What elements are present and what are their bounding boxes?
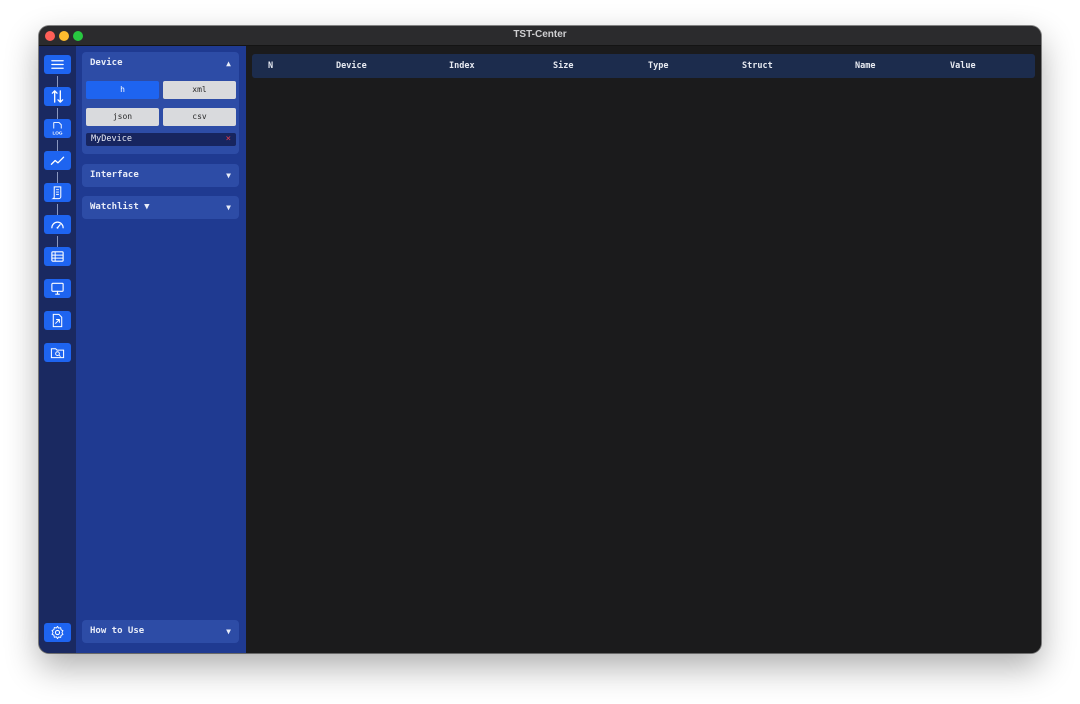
log-file-icon: LOG [52, 121, 63, 136]
transfer-button[interactable] [44, 87, 71, 106]
watchlist-panel-header[interactable]: Watchlist ▼ ▼ [82, 196, 239, 219]
log-button[interactable]: LOG [44, 119, 71, 138]
how-to-use-panel[interactable]: How to Use ▼ [82, 620, 239, 643]
chevron-down-icon: ▼ [226, 203, 231, 212]
column-header-type[interactable]: Type [648, 54, 668, 78]
device-panel: Device ▲ h xml json csv MyDevice × [82, 52, 239, 154]
gear-icon [51, 625, 64, 640]
device-panel-title: Device [90, 58, 123, 68]
main-area: N Device Index Size Type Struct Name Val… [246, 46, 1041, 653]
folder-search-icon [50, 348, 65, 359]
gauge-icon [51, 221, 64, 229]
column-header-device[interactable]: Device [336, 54, 367, 78]
script-button[interactable] [44, 183, 71, 202]
how-to-use-panel-header[interactable]: How to Use ▼ [82, 620, 239, 643]
monitor-icon [51, 282, 64, 295]
format-xml-button[interactable]: xml [163, 81, 236, 99]
clear-device-icon[interactable]: × [226, 133, 231, 146]
script-icon [51, 186, 62, 200]
chevron-up-icon: ▲ [226, 59, 231, 68]
log-icon-label: LOG [52, 131, 62, 136]
how-to-use-panel-title: How to Use [90, 626, 145, 636]
column-header-struct[interactable]: Struct [742, 54, 773, 78]
column-header-n[interactable]: N [268, 54, 273, 78]
watchlist-panel[interactable]: Watchlist ▼ ▼ [82, 196, 239, 219]
transfer-arrows-icon [51, 90, 64, 103]
table-icon [51, 251, 64, 262]
sidebar: Device ▲ h xml json csv MyDevice × Inter… [76, 46, 246, 653]
interface-panel-header[interactable]: Interface ▼ [82, 164, 239, 187]
column-header-index[interactable]: Index [449, 54, 475, 78]
file-export-icon [52, 313, 63, 328]
table-button[interactable] [44, 247, 71, 266]
format-h-button[interactable]: h [86, 81, 159, 99]
gauge-button[interactable] [44, 215, 71, 234]
format-csv-button[interactable]: csv [163, 108, 236, 126]
settings-button[interactable] [44, 623, 71, 642]
chart-button[interactable] [44, 151, 71, 170]
folder-search-button[interactable] [44, 343, 71, 362]
menu-button[interactable] [44, 55, 71, 74]
chevron-down-icon: ▼ [226, 171, 231, 180]
device-name-value: MyDevice [91, 134, 132, 144]
app-window: TST-Center LOG Device ▲ h xml json csv M… [39, 26, 1041, 653]
menu-icon [51, 60, 64, 69]
interface-panel-title: Interface [90, 170, 139, 180]
monitor-button[interactable] [44, 279, 71, 298]
title-bar: TST-Center [39, 26, 1041, 46]
window-title: TST-Center [513, 29, 567, 40]
column-header-value[interactable]: Value [950, 54, 976, 78]
format-json-button[interactable]: json [86, 108, 159, 126]
column-header-size[interactable]: Size [553, 54, 573, 78]
line-chart-icon [50, 156, 65, 165]
device-panel-header[interactable]: Device ▲ [82, 52, 239, 75]
watchlist-panel-title: Watchlist ▼ [90, 202, 150, 212]
icon-bar: LOG [39, 46, 76, 653]
interface-panel[interactable]: Interface ▼ [82, 164, 239, 187]
column-header-name[interactable]: Name [855, 54, 875, 78]
file-export-button[interactable] [44, 311, 71, 330]
table-header: N Device Index Size Type Struct Name Val… [252, 54, 1035, 78]
chevron-down-icon: ▼ [226, 627, 231, 636]
device-name-field[interactable]: MyDevice × [86, 133, 236, 146]
